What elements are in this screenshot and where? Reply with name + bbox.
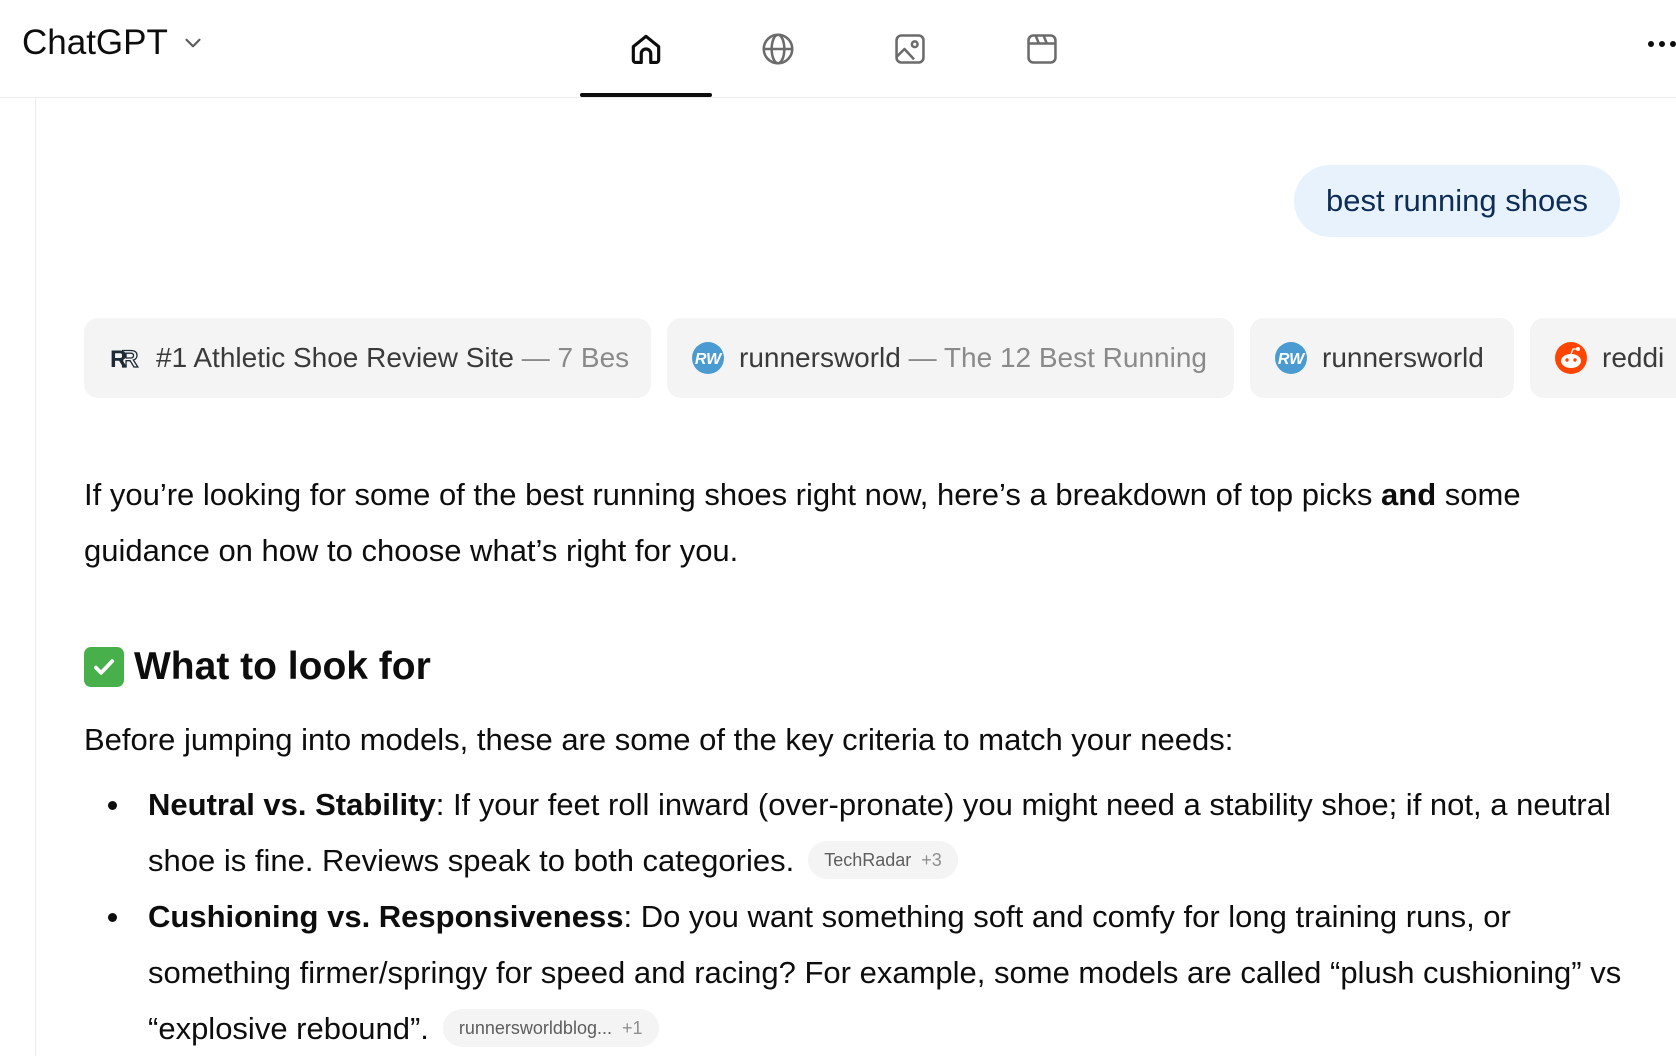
svg-text:RW: RW (695, 351, 723, 368)
search-tabs (580, 0, 1108, 97)
conversation-pane: best running shoes R R #1 Athletic Shoe … (35, 97, 1676, 1056)
source-site: reddi (1602, 342, 1665, 373)
tab-home[interactable] (580, 0, 712, 97)
source-chip-text: runnersworld (1322, 342, 1484, 374)
source-title: The 12 Best Running (943, 342, 1207, 373)
citation-pill[interactable]: runnersworldblog... +1 (442, 1008, 659, 1047)
sources-carousel: R R #1 Athletic Shoe Review Site — 7 Bes… (84, 318, 1676, 398)
source-site: #1 Athletic Shoe Review Site (156, 342, 514, 373)
criteria-lead: Before jumping into models, these are so… (84, 722, 1234, 757)
check-mark-button-icon (84, 647, 124, 687)
citation-source: TechRadar (824, 849, 912, 870)
rr-logo-icon: R R (108, 341, 142, 375)
answer-intro: If you’re looking for some of the best r… (84, 467, 1644, 579)
runnersworld-logo-icon: RW (1274, 341, 1308, 375)
svg-text:RW: RW (1278, 351, 1306, 368)
source-chip[interactable]: R R #1 Athletic Shoe Review Site — 7 Bes (84, 318, 651, 398)
source-chip[interactable]: RW runnersworld — The 12 Best Running (667, 318, 1234, 398)
user-message-text: best running shoes (1326, 183, 1588, 218)
user-message-bubble: best running shoes (1294, 165, 1620, 237)
list-item: Neutral vs. Stability: If your feet roll… (84, 777, 1644, 889)
top-bar: ChatGPT (0, 0, 1676, 98)
image-icon (895, 33, 925, 64)
section-heading: What to look for (84, 645, 431, 689)
source-site: runnersworld (1322, 342, 1484, 373)
reddit-logo-icon (1554, 341, 1588, 375)
intro-text: If you’re looking for some of the best r… (84, 477, 1382, 512)
source-chip[interactable]: reddi (1530, 318, 1676, 398)
source-chip-text: runnersworld — The 12 Best Running (739, 342, 1207, 374)
source-separator: — (900, 342, 944, 373)
source-chip-text: reddi (1602, 342, 1664, 374)
svg-text:R: R (121, 346, 138, 371)
chevron-down-icon (185, 38, 201, 48)
citation-count: +3 (921, 849, 942, 870)
intro-bold: and (1381, 477, 1437, 512)
citation-source: runnersworldblog... (458, 1017, 612, 1038)
more-options-button[interactable] (1636, 24, 1676, 64)
source-site: runnersworld (739, 342, 901, 373)
citation-count: +1 (621, 1017, 643, 1038)
source-chip[interactable]: RW runnersworld (1250, 318, 1514, 398)
more-horizontal-icon (1648, 41, 1654, 47)
source-title: 7 Bes (557, 342, 629, 373)
source-separator: — (513, 342, 558, 373)
tab-web[interactable] (712, 0, 844, 97)
criteria-list: Neutral vs. Stability: If your feet roll… (84, 777, 1644, 1056)
model-switcher[interactable]: ChatGPT (22, 20, 206, 66)
bullet-term: Neutral vs. Stability (148, 787, 436, 822)
tab-images[interactable] (844, 0, 976, 97)
video-icon (1027, 33, 1057, 64)
bullet-term: Cushioning vs. Responsiveness (148, 899, 624, 934)
runnersworld-logo-icon: RW (691, 341, 725, 375)
source-chip-text: #1 Athletic Shoe Review Site — 7 Bes (156, 342, 629, 374)
section-heading-text: What to look for (134, 645, 431, 688)
tab-videos[interactable] (976, 0, 1108, 97)
list-item: Cushioning vs. Responsiveness: Do you wa… (84, 889, 1644, 1056)
globe-icon (762, 32, 794, 65)
app-title: ChatGPT (22, 23, 168, 62)
more-dot (1659, 41, 1665, 47)
citation-pill[interactable]: TechRadar +3 (808, 840, 958, 879)
more-dot (1670, 41, 1676, 47)
home-icon (631, 34, 661, 64)
